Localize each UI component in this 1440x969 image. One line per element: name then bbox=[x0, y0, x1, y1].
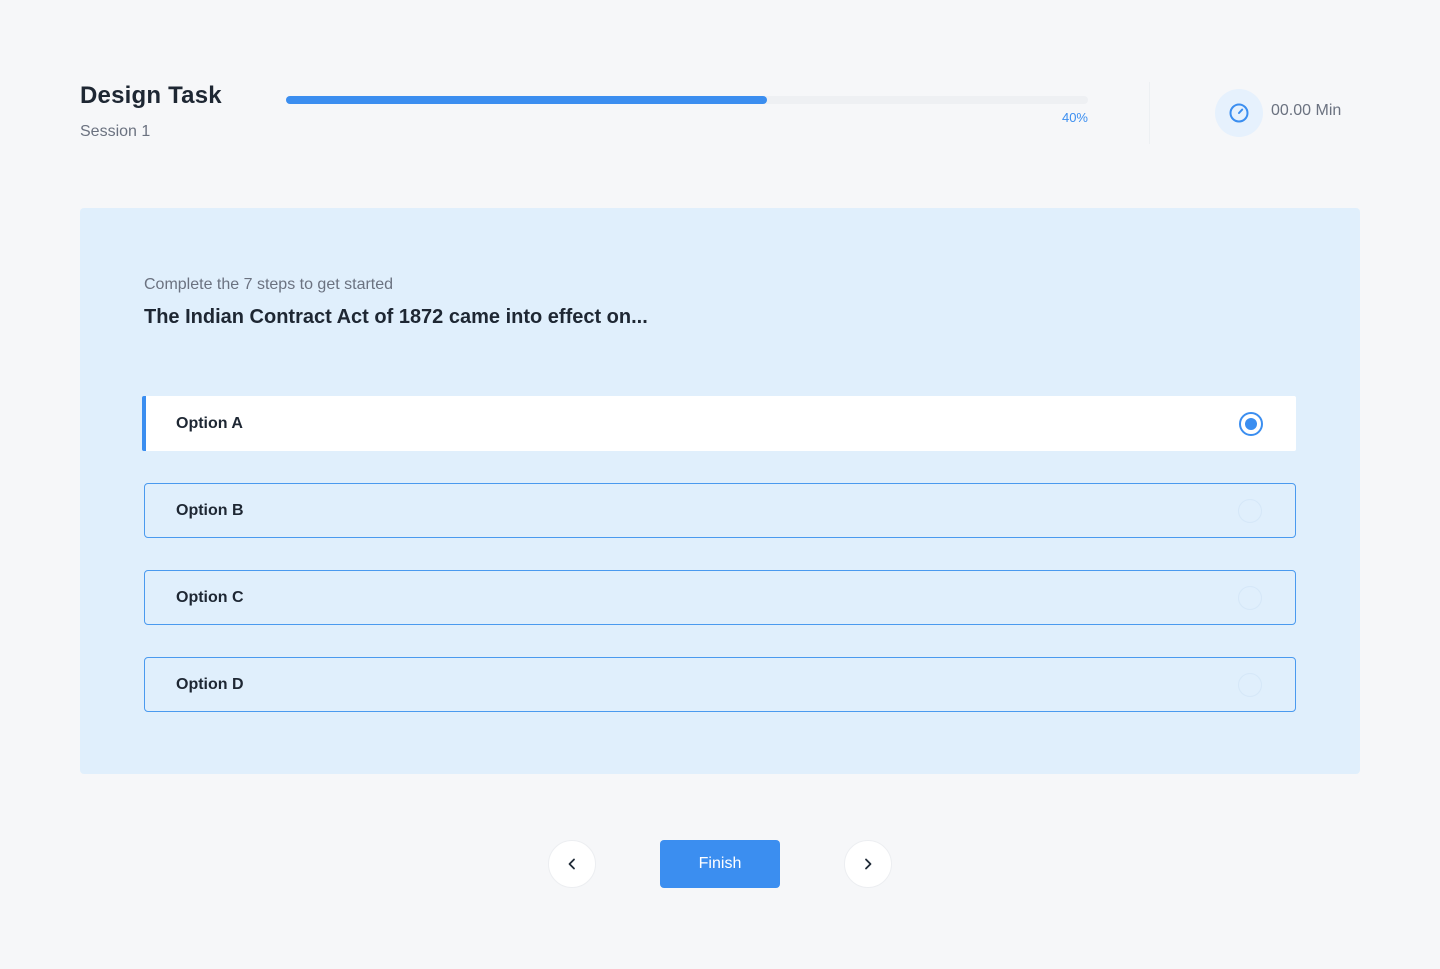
option-a[interactable]: Option A bbox=[142, 396, 1296, 451]
question-text: The Indian Contract Act of 1872 came int… bbox=[144, 306, 648, 328]
option-d[interactable]: Option D bbox=[144, 657, 1296, 712]
option-c[interactable]: Option C bbox=[144, 570, 1296, 625]
previous-button[interactable] bbox=[548, 840, 596, 888]
progress-percent: 40% bbox=[1061, 110, 1088, 125]
timer-text: 00.00 Min bbox=[1271, 102, 1342, 119]
option-label: Option C bbox=[176, 588, 244, 606]
instructions-text: Complete the 7 steps to get started bbox=[144, 276, 394, 293]
option-label: Option D bbox=[176, 675, 244, 693]
timer-badge bbox=[1215, 89, 1263, 137]
timer-icon bbox=[1229, 103, 1249, 123]
header: Design Task Session 1 40% 00.00 Min bbox=[0, 0, 1440, 180]
option-b[interactable]: Option B bbox=[144, 483, 1296, 538]
page-title: Design Task bbox=[80, 82, 222, 109]
radio-icon[interactable] bbox=[1238, 672, 1262, 697]
header-divider bbox=[1149, 82, 1150, 144]
option-label: Option A bbox=[176, 414, 243, 432]
question-card: Complete the 7 steps to get started The … bbox=[80, 208, 1360, 774]
radio-icon[interactable] bbox=[1238, 585, 1262, 610]
finish-button[interactable]: Finish bbox=[660, 840, 780, 888]
option-label: Option B bbox=[176, 501, 244, 519]
chevron-left-icon bbox=[568, 858, 575, 870]
chevron-right-icon bbox=[865, 858, 872, 870]
session-label: Session 1 bbox=[80, 123, 151, 140]
radio-icon[interactable] bbox=[1238, 498, 1262, 523]
progress-bar bbox=[286, 96, 1088, 104]
progress-bar-fill bbox=[286, 96, 768, 104]
next-button[interactable] bbox=[844, 840, 892, 888]
radio-selected-icon[interactable] bbox=[1239, 411, 1263, 436]
